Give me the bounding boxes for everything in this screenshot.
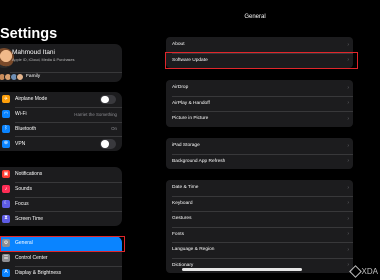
sidebar-item-vpn[interactable]: ⊕ VPN [0, 136, 122, 151]
list-item-label: iPad Storage [172, 143, 200, 149]
chevron-right-icon: › [347, 231, 349, 238]
list-item-label: Keyboard [172, 200, 193, 206]
system-group: ⚙ General ☰ Control Center A Display & B… [0, 236, 122, 280]
sidebar-item-notifications[interactable]: ▣ Notifications [0, 167, 122, 182]
sidebar-item-label: Airplane Mode [15, 96, 48, 103]
sidebar-item-general[interactable]: ⚙ General [0, 236, 122, 251]
sidebar-item-label: Sounds [15, 186, 32, 193]
divider [10, 72, 122, 73]
list-item-label: Language & Region [172, 247, 215, 253]
sidebar-item-wifi[interactable]: ◠ Wi-Fi Harriet the Something [0, 106, 122, 122]
sidebar-item-control-center[interactable]: ☰ Control Center [0, 250, 122, 266]
chevron-right-icon: › [347, 246, 349, 253]
wifi-icon: ◠ [2, 110, 10, 119]
list-item-fonts[interactable]: Fonts › [166, 226, 353, 243]
sidebar-item-label: Display & Brightness [15, 269, 62, 276]
list-item-about[interactable]: About › [166, 37, 353, 53]
display-icon: A [2, 268, 10, 277]
detail-group-sharing: AirDrop › AirPlay & Handoff › Picture in… [166, 80, 353, 127]
detail-group-input: Date & Time › Keyboard › Gestures › Font… [166, 180, 353, 273]
sidebar-item-label: Focus [15, 200, 29, 207]
bluetooth-icon: ᛒ [2, 124, 10, 133]
sidebar-item-label: Notifications [15, 171, 43, 178]
list-item-label: Background App Refresh [172, 158, 226, 164]
list-item-keyboard[interactable]: Keyboard › [166, 195, 353, 212]
chevron-right-icon: › [347, 41, 349, 48]
list-item-language-region[interactable]: Language & Region › [166, 242, 353, 258]
airplane-icon: ✈ [2, 95, 10, 104]
hourglass-icon: ⧗ [2, 214, 10, 223]
list-item-gestures[interactable]: Gestures › [166, 211, 353, 227]
chevron-right-icon: › [347, 262, 349, 269]
list-item-label: About [172, 42, 185, 48]
list-item-label: Date & Time [172, 185, 199, 191]
xda-logo-icon [348, 265, 362, 278]
detail-group-storage: iPad Storage › Background App Refresh › [166, 138, 353, 169]
settings-sidebar: Settings Mahmoud Itani Apple ID, iCloud,… [0, 0, 126, 280]
list-item-background-app-refresh[interactable]: Background App Refresh › [166, 153, 353, 170]
profile-subtitle: Apple ID, iCloud, Media & Purchases [12, 58, 75, 62]
airplane-mode-toggle[interactable] [100, 94, 116, 105]
chevron-right-icon: › [347, 200, 349, 207]
chevron-right-icon: › [347, 184, 349, 191]
sidebar-item-label: VPN [15, 140, 26, 147]
bluetooth-value: On [111, 126, 117, 132]
list-item-software-update[interactable]: Software Update › [166, 52, 353, 69]
general-detail-pane: General About › Software Update › AirDro… [130, 0, 380, 280]
list-item-picture-in-picture[interactable]: Picture in Picture › [166, 111, 353, 127]
apple-id-card[interactable]: Mahmoud Itani Apple ID, iCloud, Media & … [0, 44, 122, 82]
list-item-label: AirDrop [172, 85, 189, 91]
attention-group: ▣ Notifications ♪ Sounds ☾ Focus ⧗ Scree… [0, 167, 122, 227]
control-center-icon: ☰ [2, 254, 10, 263]
sidebar-item-bluetooth[interactable]: ᛒ Bluetooth On [0, 121, 122, 137]
sidebar-item-sounds[interactable]: ♪ Sounds [0, 181, 122, 197]
sidebar-item-label: General [15, 240, 33, 247]
sidebar-item-focus[interactable]: ☾ Focus [0, 196, 122, 212]
chevron-right-icon: › [347, 84, 349, 91]
gear-icon: ⚙ [2, 239, 10, 248]
connectivity-group: ✈ Airplane Mode ◠ Wi-Fi Harriet the Some… [0, 92, 122, 152]
bell-icon: ▣ [2, 170, 10, 179]
list-item-label: Picture in Picture [172, 116, 209, 122]
list-item-airplay-handoff[interactable]: AirPlay & Handoff › [166, 95, 353, 112]
family-link[interactable]: Family [26, 74, 40, 79]
sidebar-title: Settings [0, 26, 58, 42]
sidebar-item-label: Screen Time [15, 215, 44, 222]
sidebar-item-screen-time[interactable]: ⧗ Screen Time [0, 211, 122, 226]
home-indicator[interactable] [182, 268, 302, 271]
chevron-right-icon: › [347, 142, 349, 149]
sidebar-item-label: Control Center [15, 255, 48, 262]
detail-group-about: About › Software Update › [166, 37, 353, 68]
chevron-right-icon: › [347, 158, 349, 165]
list-item-label: AirPlay & Handoff [172, 100, 210, 106]
chevron-right-icon: › [347, 57, 349, 64]
moon-icon: ☾ [2, 199, 10, 208]
list-item-ipad-storage[interactable]: iPad Storage › [166, 138, 353, 154]
chevron-right-icon: › [347, 115, 349, 122]
watermark-text: XDA [361, 267, 378, 276]
sidebar-item-airplane-mode[interactable]: ✈ Airplane Mode [0, 92, 122, 107]
list-item-airdrop[interactable]: AirDrop › [166, 80, 353, 96]
vpn-icon: ⊕ [2, 139, 10, 148]
sidebar-item-label: Wi-Fi [15, 111, 27, 118]
page-title: General [244, 14, 266, 20]
profile-name: Mahmoud Itani [12, 49, 55, 56]
list-item-date-time[interactable]: Date & Time › [166, 180, 353, 196]
family-avatars [0, 72, 24, 82]
vpn-toggle[interactable] [100, 139, 116, 149]
sidebar-item-display-brightness[interactable]: A Display & Brightness [0, 265, 122, 280]
list-item-label: Fonts [172, 231, 184, 237]
list-item-label: Software Update [172, 57, 208, 63]
wifi-network-value: Harriet the Something [74, 111, 117, 117]
watermark: XDA [348, 265, 378, 278]
sidebar-item-label: Bluetooth [15, 125, 37, 132]
list-item-label: Gestures [172, 216, 192, 222]
list-item-label: Dictionary [172, 262, 194, 268]
chevron-right-icon: › [347, 215, 349, 222]
speaker-icon: ♪ [2, 185, 10, 194]
chevron-right-icon: › [347, 100, 349, 107]
